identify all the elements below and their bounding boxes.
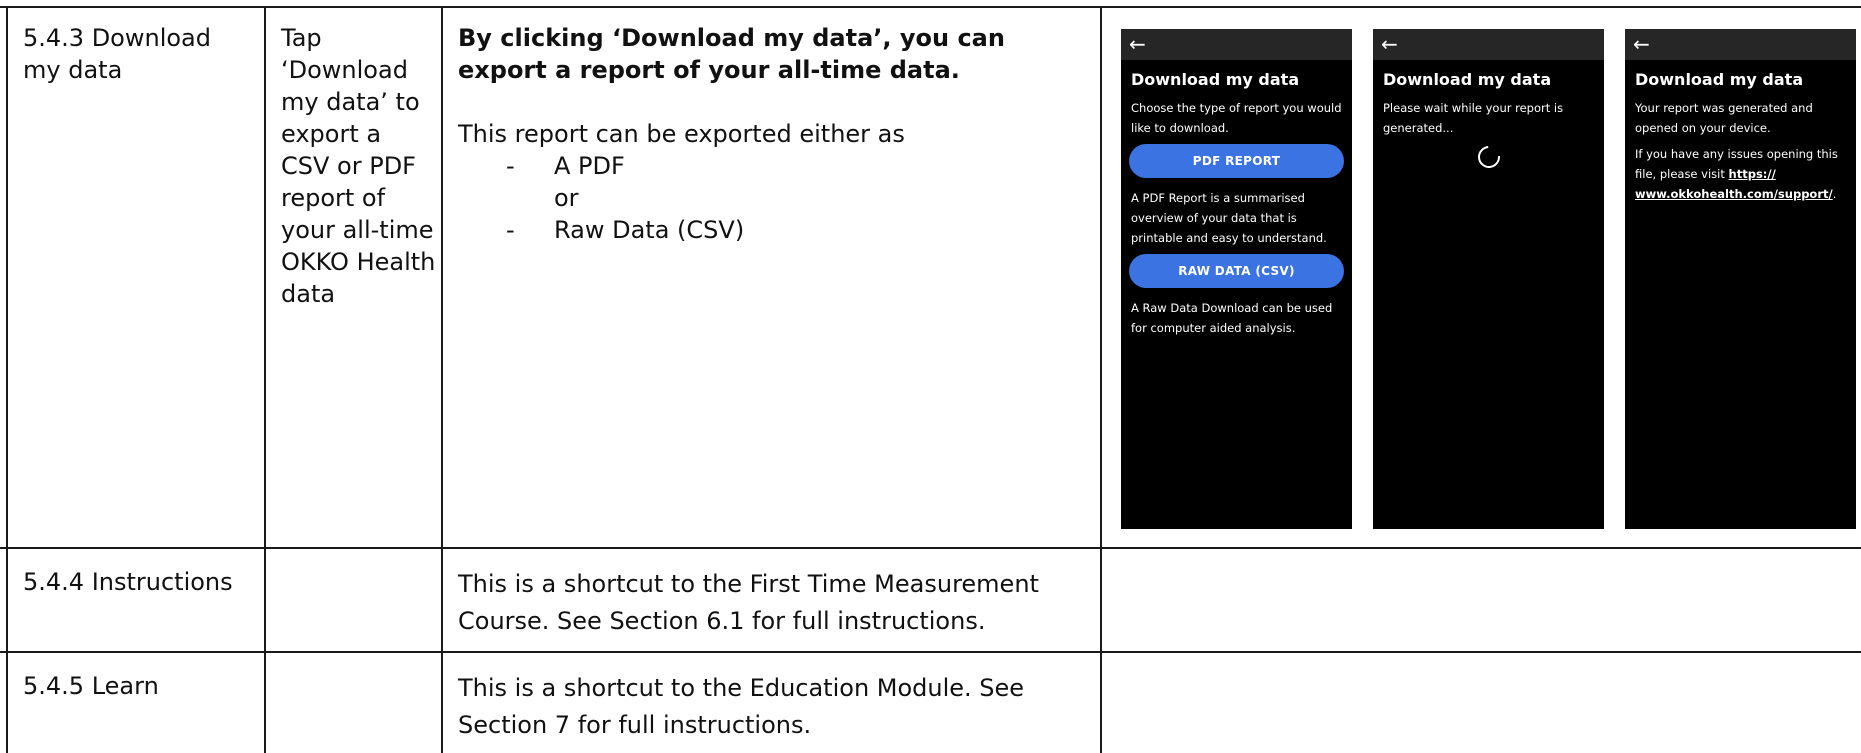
screenshot-report-generated: ← Download my data Your report was gener… [1625,29,1856,529]
loading-spinner-icon [1473,141,1504,173]
screen-text: A PDF Report is a summarised overview of… [1131,191,1327,245]
back-arrow-icon[interactable]: ← [1633,31,1650,57]
screenshot-choose-report: ← Download my data Choose the type of re… [1121,29,1352,529]
description-cell: By clicking ‘Download my data’, you can … [458,22,1088,246]
screen-text: Your report was generated and opened on … [1635,101,1813,135]
table-column-divider [264,6,266,753]
screen-text-support: If you have any issues opening this file… [1635,147,1838,201]
screen-title: Download my data [1383,70,1552,89]
instructions-table: 5.4.3 Download my data Tap ‘Download my … [0,0,1861,753]
description-text: This is a shortcut to the Education Modu… [458,674,1025,739]
screen-text: A Raw Data Download can be used for comp… [1131,301,1333,335]
section-cell: 5.4.3 Download my data [23,22,253,86]
list-item: -A PDF [506,152,625,180]
description-heading: By clicking ‘Download my data’, you can … [458,24,1005,84]
table-column-divider [1100,6,1102,753]
screen-text: Please wait while your report is generat… [1383,101,1564,135]
table-border-left [6,6,8,753]
section-title: 5.4.3 Download my data [23,24,211,84]
raw-data-csv-button[interactable]: RAW DATA (CSV) [1129,254,1344,288]
table-column-divider [441,6,443,753]
description-cell: This is a shortcut to the Education Modu… [458,670,1088,744]
table-row-divider [0,651,1861,653]
app-top-bar: ← [1625,29,1856,60]
screen-title: Download my data [1131,70,1300,89]
list-item-or: or [554,184,579,212]
screenshot-generating-report: ← Download my data Please wait while you… [1373,29,1604,529]
pdf-report-button[interactable]: PDF REPORT [1129,144,1344,178]
app-top-bar: ← [1121,29,1352,60]
table-border-top [0,6,1861,8]
export-options-list: -A PDF or - Raw Data (CSV) [458,150,1088,246]
section-cell: 5.4.5 Learn [23,670,253,702]
table-row-divider [0,547,1861,549]
list-item: - Raw Data (CSV) [506,216,745,244]
section-cell: 5.4.4 Instructions [23,566,253,598]
back-arrow-icon[interactable]: ← [1129,31,1146,57]
app-top-bar: ← [1373,29,1604,60]
section-title: 5.4.4 Instructions [23,568,233,596]
description-cell: This is a shortcut to the First Time Mea… [458,566,1088,640]
description-text: This is a shortcut to the First Time Mea… [458,570,1039,635]
screen-text: Choose the type of report you would like… [1131,101,1342,135]
action-text: Tap ‘Download my data’ to export a CSV o… [281,24,436,308]
description-intro: This report can be exported either as [458,120,905,148]
action-cell: Tap ‘Download my data’ to export a CSV o… [281,22,436,310]
screen-title: Download my data [1635,70,1804,89]
back-arrow-icon[interactable]: ← [1381,31,1398,57]
section-title: 5.4.5 Learn [23,672,159,700]
